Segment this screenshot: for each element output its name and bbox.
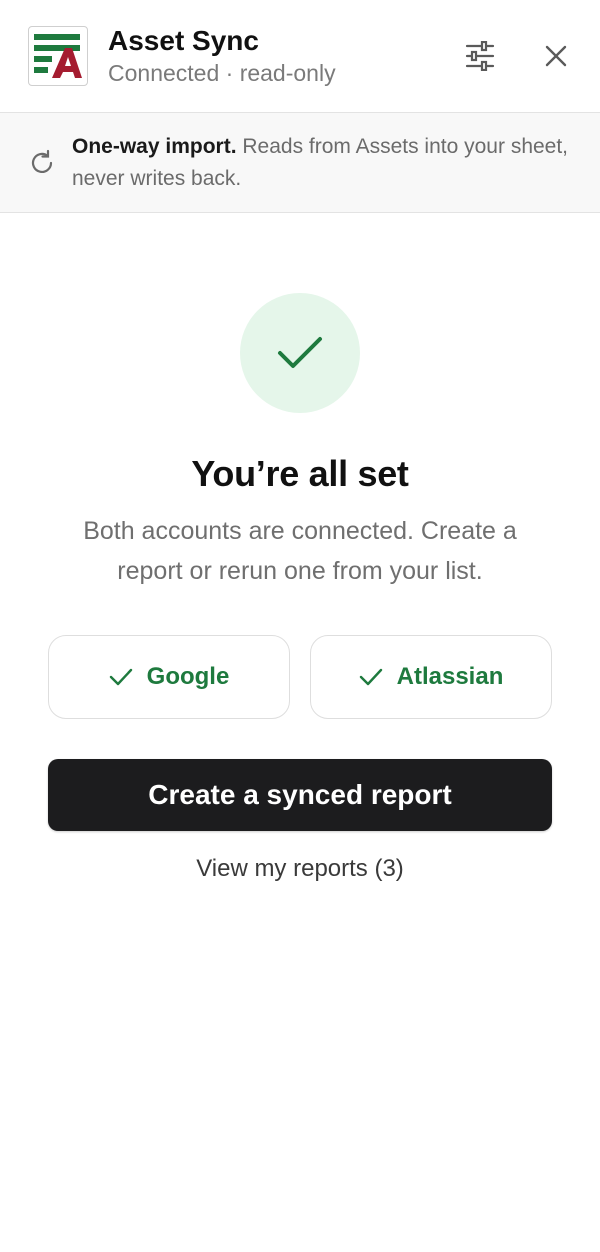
refresh-icon	[31, 149, 53, 173]
app-title: Asset Sync	[108, 24, 259, 56]
app-logo	[28, 26, 88, 86]
check-icon	[278, 337, 322, 368]
account-label-google: Google	[146, 663, 230, 690]
account-chip-atlassian: Atlassian	[310, 635, 552, 719]
banner-text: One-way import. Reads from Assets into y…	[72, 131, 572, 195]
sliders-icon	[465, 41, 495, 71]
title-block: Asset Sync Connected · read-only	[108, 25, 456, 88]
close-icon	[545, 45, 567, 67]
page-subtitle: Both accounts are connected. Create a re…	[83, 517, 517, 585]
account-chip-google: Google	[48, 635, 290, 719]
main-content: You’re all set Both accounts are connect…	[0, 213, 600, 883]
connection-status: Connected · read-only	[108, 59, 336, 86]
create-report-button[interactable]: Create a synced report	[48, 759, 552, 831]
settings-button[interactable]	[456, 32, 504, 80]
close-button[interactable]	[532, 32, 580, 80]
panel-header: Asset Sync Connected · read-only	[0, 0, 600, 113]
info-banner: One-way import. Reads from Assets into y…	[0, 113, 600, 213]
account-label-atlassian: Atlassian	[396, 663, 504, 690]
asset-sync-logo-icon	[34, 34, 82, 78]
view-reports-link[interactable]: View my reports (3)	[196, 855, 404, 883]
check-icon	[109, 668, 132, 686]
success-badge	[240, 293, 360, 413]
connected-accounts: Google Atlassian	[48, 635, 552, 719]
banner-bold-text: One-way import.	[72, 134, 237, 158]
page-title: You’re all set	[191, 453, 409, 494]
check-icon	[359, 668, 382, 686]
sidebar-panel: Asset Sync Connected · read-only One-way…	[0, 0, 600, 1252]
